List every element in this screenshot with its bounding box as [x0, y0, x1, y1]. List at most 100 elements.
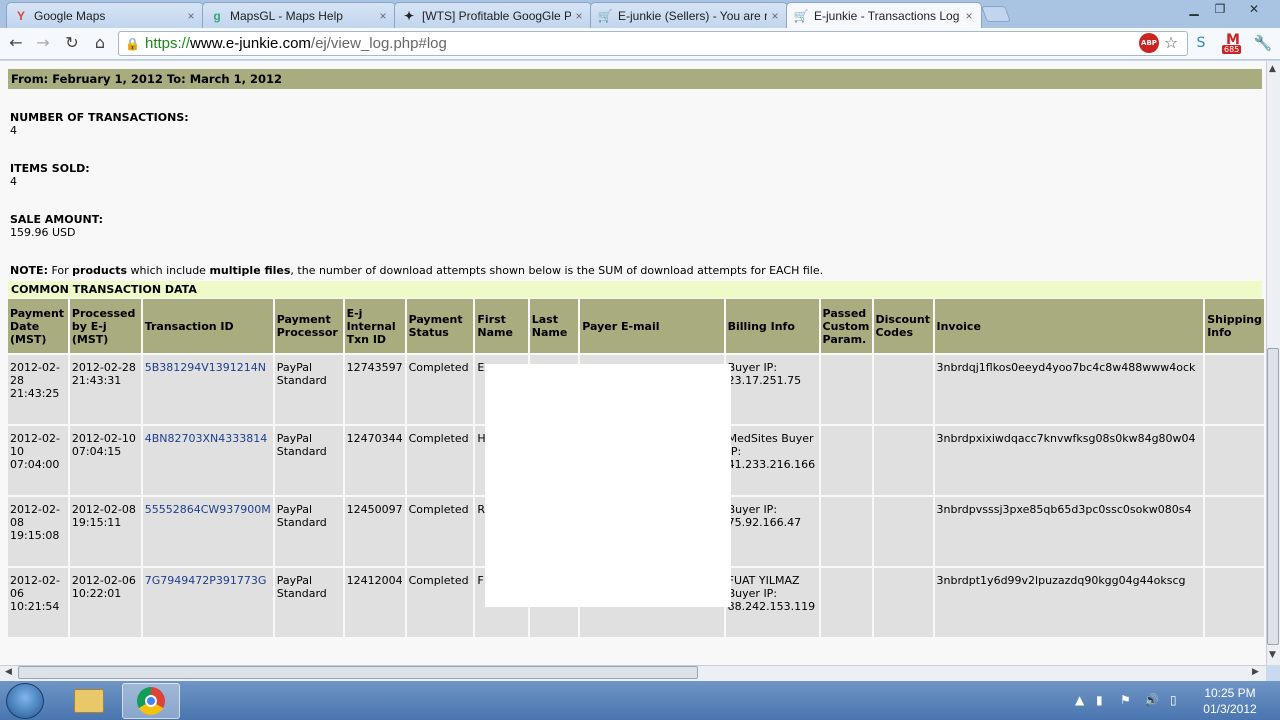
transaction-id-link[interactable]: 7G7949472P391773G: [145, 574, 267, 587]
folder-icon: [74, 689, 104, 713]
star-icon[interactable]: ☆: [1161, 33, 1181, 53]
transaction-id-link[interactable]: 4BN82703XN4333814: [145, 432, 268, 445]
tab-wts-forum[interactable]: ✦ [WTS] Profitable GoogGle Pl ×: [394, 2, 592, 28]
close-window-icon[interactable]: ✕: [1236, 0, 1272, 18]
address-bar[interactable]: 🔒 https://www.e-junkie.com/ej/view_log.p…: [118, 31, 1188, 56]
cell-status: Completed: [406, 568, 474, 639]
cell-billing: MedSites Buyer IP: 41.233.216.166: [725, 426, 819, 497]
tab-ejunkie-transactions[interactable]: 🛒 E-junkie - Transactions Log ×: [786, 2, 982, 29]
note-text: NOTE: For products which include multipl…: [10, 264, 823, 277]
cell-billing: Buyer IP: 75.92.166.47: [725, 497, 819, 568]
cell-payment-date: 2012-02-10 07:04:00: [8, 426, 68, 497]
cell-shipping: [1205, 355, 1264, 426]
gmail-icon[interactable]: M 685: [1220, 33, 1246, 54]
note-label: NOTE:: [10, 264, 48, 277]
cell-internal-id: 12743597: [344, 355, 405, 426]
close-icon[interactable]: ×: [375, 9, 391, 23]
cart-icon: 🛒: [793, 9, 809, 23]
cell-discount: [873, 426, 933, 497]
note-part: For: [47, 264, 73, 277]
stat-value: 4: [10, 175, 17, 188]
column-header: Payment Processor: [274, 299, 343, 355]
start-button[interactable]: [6, 683, 44, 719]
stat-items-sold: ITEMS SOLD: 4: [10, 162, 90, 188]
note-part: , the number of download attempts shown …: [290, 264, 824, 277]
cell-invoice: 3nbrdpvsssj3pxe85qb65d3pc0ssc0sokw080s4: [934, 497, 1204, 568]
column-header: Discount Codes: [873, 299, 933, 355]
cell-shipping: [1205, 426, 1264, 497]
column-header: Payment Status: [406, 299, 474, 355]
stat-label: ITEMS SOLD:: [10, 162, 90, 175]
common-data-header: COMMON TRANSACTION DATA: [8, 281, 1262, 298]
tab-google-maps[interactable]: Y Google Maps ×: [6, 2, 204, 28]
cell-discount: [873, 568, 933, 639]
adblock-icon[interactable]: ABP: [1139, 33, 1159, 53]
clock-date: 01/3/2012: [1203, 702, 1257, 716]
scroll-down-icon[interactable]: ▼: [1269, 650, 1276, 660]
scroll-left-icon[interactable]: ◀: [5, 667, 12, 677]
reload-icon[interactable]: ↻: [61, 32, 83, 54]
cell-discount: [873, 355, 933, 426]
forum-icon: ✦: [403, 8, 415, 23]
gmail-count: 685: [1222, 45, 1242, 54]
cell-transaction-id: 4BN82703XN4333814: [142, 426, 273, 497]
cell-status: Completed: [406, 497, 474, 568]
close-icon[interactable]: ×: [183, 9, 199, 23]
stat-value: 159.96 USD: [10, 226, 76, 239]
scroll-up-icon[interactable]: ▲: [1269, 64, 1276, 74]
skype-icon[interactable]: S: [1191, 33, 1211, 53]
network-icon[interactable]: ▮: [1096, 693, 1103, 707]
cell-processed-date: 2012-02-28 21:43:31: [69, 355, 141, 426]
restore-icon[interactable]: ❐: [1208, 0, 1232, 18]
cell-transaction-id: 55552864CW937900M: [142, 497, 273, 568]
cell-internal-id: 12412004: [344, 568, 405, 639]
scroll-right-icon[interactable]: ▶: [1252, 667, 1259, 677]
cell-internal-id: 12450097: [344, 497, 405, 568]
cell-discount: [873, 497, 933, 568]
cell-status: Completed: [406, 355, 474, 426]
battery-icon[interactable]: ▯: [1170, 693, 1177, 707]
cell-custom: [820, 355, 872, 426]
cell-processed-date: 2012-02-06 10:22:01: [69, 568, 141, 639]
cell-transaction-id: 7G7949472P391773G: [142, 568, 273, 639]
close-icon[interactable]: ×: [961, 9, 977, 23]
volume-icon[interactable]: 🔊: [1144, 693, 1159, 707]
tab-label: MapsGL - Maps Help: [230, 8, 343, 23]
tab-mapsgl-help[interactable]: g MapsGL - Maps Help ×: [202, 2, 396, 28]
cell-processed-date: 2012-02-08 19:15:11: [69, 497, 141, 568]
cell-transaction-id: 5B381294V1391214N: [142, 355, 273, 426]
transaction-id-link[interactable]: 5B381294V1391214N: [145, 361, 266, 374]
chrome-taskbar-button[interactable]: [122, 683, 180, 719]
wrench-icon[interactable]: 🔧: [1253, 33, 1273, 53]
flag-icon[interactable]: ⚑: [1120, 693, 1131, 707]
cell-processor: PayPal Standard: [274, 426, 343, 497]
table-header-row: Payment Date (MST) Processed by E-j (MST…: [8, 299, 1264, 355]
forward-icon[interactable]: →: [32, 32, 54, 54]
note-part: which include: [127, 264, 210, 277]
cell-custom: [820, 497, 872, 568]
horizontal-scroll-thumb[interactable]: [18, 666, 698, 679]
minimize-icon[interactable]: ▁: [1182, 0, 1206, 18]
clock-time: 10:25 PM: [1204, 686, 1256, 700]
vertical-scroll-thumb[interactable]: [1267, 348, 1279, 645]
cell-payment-date: 2012-02-28 21:43:25: [8, 355, 68, 426]
cell-payment-date: 2012-02-08 19:15:08: [8, 497, 68, 568]
close-icon[interactable]: ×: [767, 9, 783, 23]
cell-billing: FUAT YILMAZ Buyer IP: 88.242.153.119: [725, 568, 819, 639]
google-icon: g: [213, 8, 221, 23]
lock-icon: 🔒: [125, 36, 140, 51]
tab-ejunkie-sellers[interactable]: 🛒 E-junkie (Sellers) - You are r ×: [590, 2, 788, 28]
cell-invoice: 3nbrdqj1flkos0eeyd4yoo7bc4c8w488www4ock: [934, 355, 1204, 426]
transaction-id-link[interactable]: 55552864CW937900M: [145, 503, 271, 516]
close-icon[interactable]: ×: [571, 9, 587, 23]
clock[interactable]: 10:25 PM 01/3/2012: [1190, 685, 1270, 717]
tray-expand-icon[interactable]: ▲: [1075, 693, 1084, 707]
back-icon[interactable]: ←: [5, 32, 27, 54]
column-header: Transaction ID: [142, 299, 273, 355]
column-header: Shipping Info: [1205, 299, 1264, 355]
column-header: Billing Info: [725, 299, 819, 355]
home-icon[interactable]: ⌂: [89, 32, 111, 54]
stat-label: NUMBER OF TRANSACTIONS:: [10, 111, 189, 124]
cell-processor: PayPal Standard: [274, 355, 343, 426]
explorer-taskbar-button[interactable]: [60, 683, 118, 719]
